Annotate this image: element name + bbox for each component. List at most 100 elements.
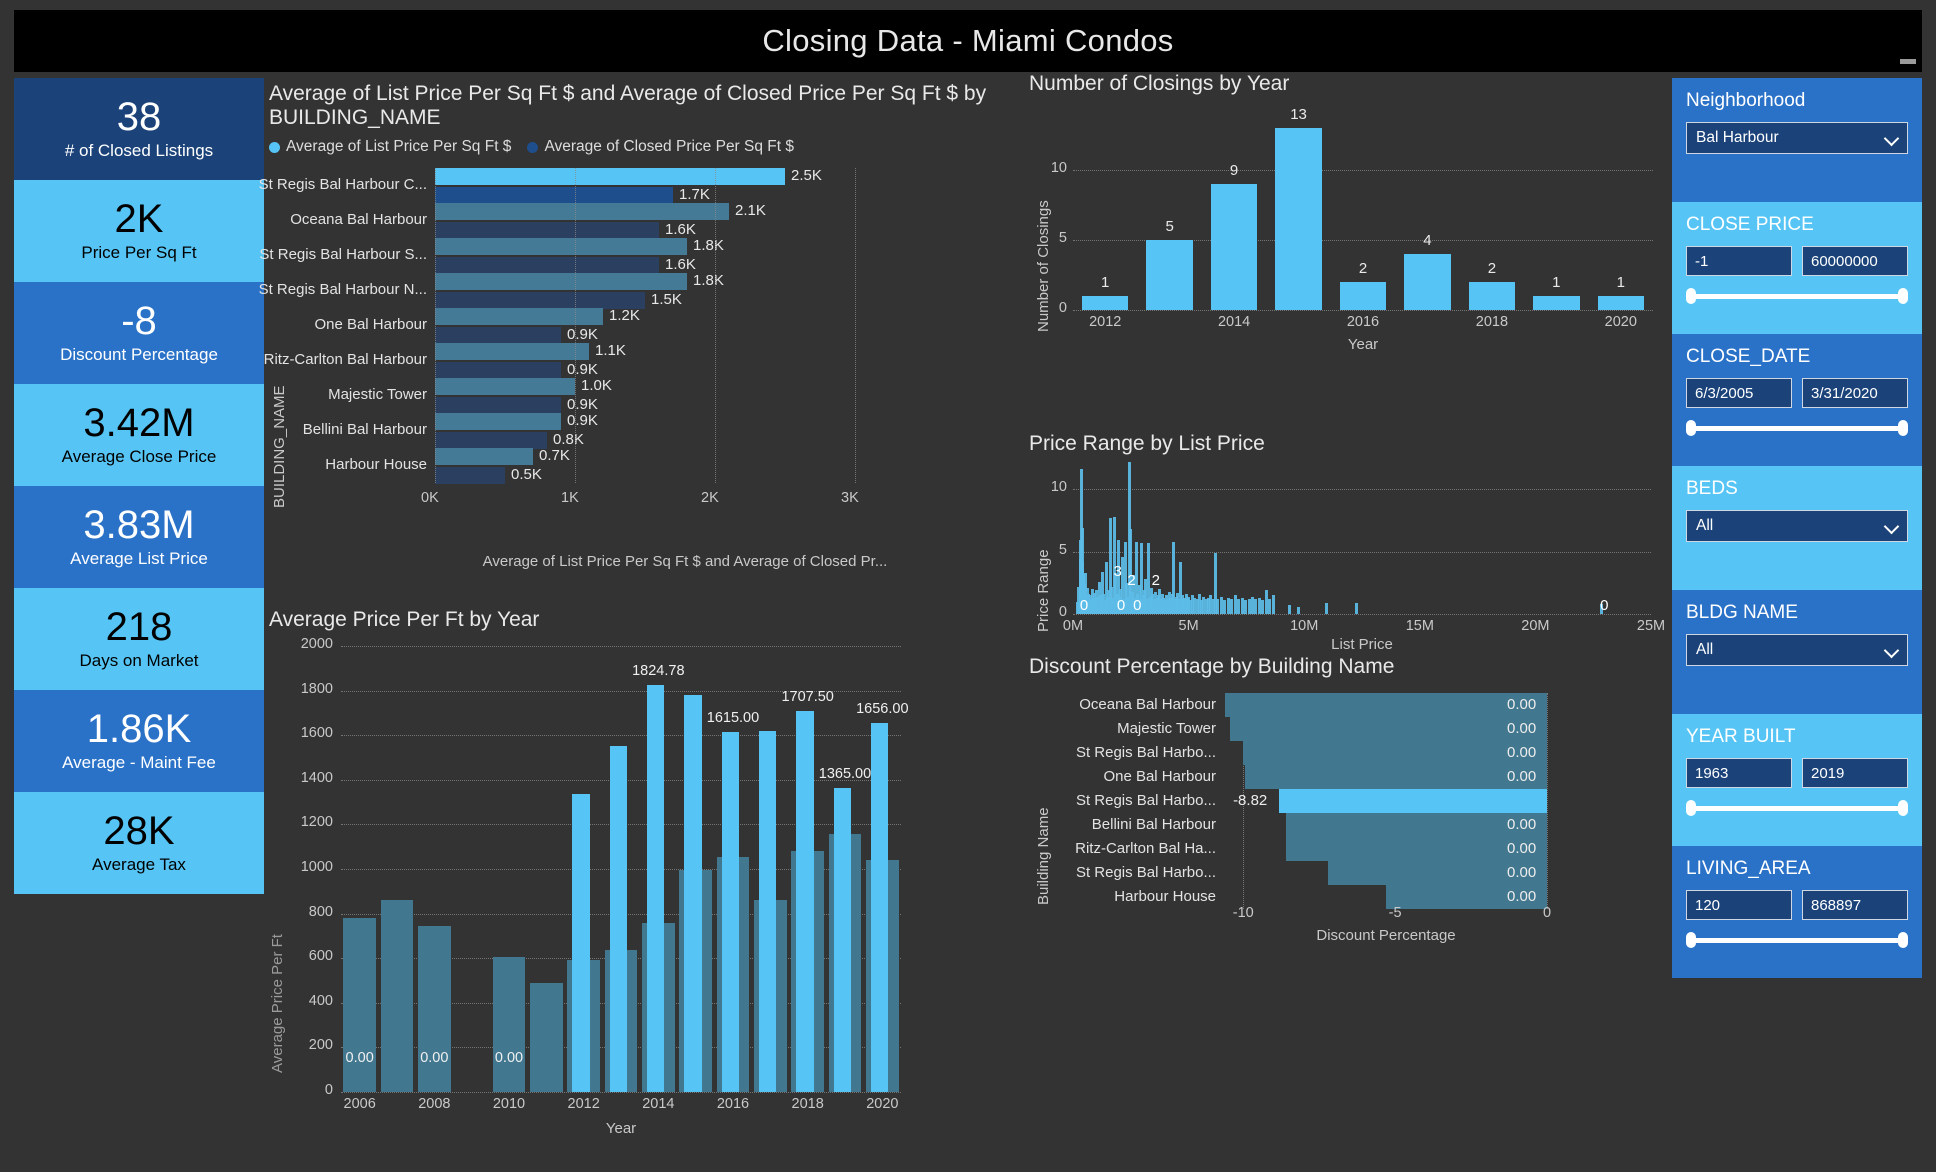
chart-bar-group[interactable]: Bellini Bal Harbour 0.00 [1092, 813, 1547, 837]
chart-bar[interactable] [435, 412, 561, 430]
range-slider[interactable] [1686, 932, 1908, 948]
chart-bar[interactable] [684, 694, 702, 1092]
filter-close_price[interactable]: CLOSE PRICE -1 60000000 [1672, 202, 1922, 334]
slider-handle-min[interactable] [1686, 420, 1696, 436]
filter-neighborhood[interactable]: Neighborhood Bal Harbour [1672, 78, 1922, 202]
legend-item-list-price[interactable]: Average of List Price Per Sq Ft $ [269, 138, 511, 156]
chart-building-name-prices[interactable]: Average of List Price Per Sq Ft $ and Av… [259, 78, 1020, 603]
chart-bar-group[interactable]: St Regis Bal Harbo... 0.00 [1076, 741, 1547, 765]
chart-bar[interactable] [1244, 765, 1547, 789]
plot-area[interactable]: 1 5 9 13 2 4 2 1 1 [1073, 106, 1653, 311]
range-min-input[interactable]: 120 [1686, 890, 1792, 920]
chart-bar[interactable] [759, 730, 777, 1092]
chart-avg-price-per-ft-by-year[interactable]: Average Price Per Ft by Year Average Pri… [265, 608, 1020, 1168]
chart-bar[interactable] [435, 167, 785, 185]
dropdown-neighborhood[interactable]: Bal Harbour [1686, 122, 1908, 154]
chart-bar[interactable] [435, 326, 561, 344]
chart-bar-group[interactable]: St Regis Bal Harbo... -8.82 [1076, 789, 1547, 813]
plot-area[interactable]: 0.00 0.00 0.00 1824.78 1615.00 1707.50 1365.00… [341, 646, 909, 1093]
kpi-card[interactable]: 218 Days on Market [14, 588, 264, 690]
chart-bar-group[interactable]: St Regis Bal Harbour N... 1.8K 1.5K [259, 272, 855, 309]
chart-bar-group[interactable]: Oceana Bal Harbour 2.1K 1.6K [290, 202, 855, 239]
range-min-input[interactable]: 1963 [1686, 758, 1792, 788]
plot-area[interactable]: 0320020 [1073, 461, 1651, 615]
chart-bar[interactable] [435, 466, 505, 484]
plot-area[interactable]: St Regis Bal Harbour C... 2.5K 1.7K Oceana … [259, 167, 856, 484]
chart-bar-context[interactable] [492, 957, 526, 1092]
dropdown-beds[interactable]: All [1686, 510, 1908, 542]
chart-bar[interactable] [1339, 282, 1387, 310]
chart-bar[interactable] [435, 186, 673, 204]
range-max-input[interactable]: 2019 [1802, 758, 1908, 788]
chart-bar-group[interactable]: St Regis Bal Harbour C... 2.5K 1.7K [259, 167, 855, 204]
slider-handle-max[interactable] [1898, 800, 1908, 816]
chart-bar[interactable] [1082, 296, 1129, 310]
chart-closings-by-year[interactable]: Number of Closings by Year Number of Clo… [1025, 72, 1670, 362]
chart-bar-group[interactable]: St Regis Bal Harbo... 0.00 [1076, 861, 1547, 885]
chart-bar[interactable] [1404, 254, 1451, 310]
chart-bar[interactable] [1146, 240, 1193, 310]
filter-year_built[interactable]: YEAR BUILT 1963 2019 [1672, 714, 1922, 846]
legend-item-closed-price[interactable]: Average of Closed Price Per Sq Ft $ [527, 138, 794, 156]
chart-bar[interactable] [1325, 602, 1328, 614]
slider-handle-min[interactable] [1686, 800, 1696, 816]
chart-bar-group[interactable]: One Bal Harbour 1.2K 0.9K [314, 307, 855, 344]
chart-bar-group[interactable]: Ritz-Carlton Bal Harbour 1.1K 0.9K [264, 342, 855, 379]
range-max-input[interactable]: 60000000 [1802, 246, 1908, 276]
range-max-input[interactable]: 868897 [1802, 890, 1908, 920]
chart-bar[interactable] [1225, 693, 1547, 717]
filter-bldg_name[interactable]: BLDG NAME All [1672, 590, 1922, 714]
chart-bar[interactable] [435, 237, 687, 255]
slider-handle-min[interactable] [1686, 288, 1696, 304]
chart-bar-group[interactable]: Bellini Bal Harbour 0.9K 0.8K [303, 412, 855, 449]
filter-beds[interactable]: BEDS All [1672, 466, 1922, 590]
chart-bar[interactable] [871, 722, 889, 1092]
kpi-card[interactable]: -8 Discount Percentage [14, 282, 264, 384]
chart-bar[interactable] [1210, 184, 1258, 310]
chart-bar[interactable] [435, 447, 533, 465]
chart-bar-group[interactable]: Harbour House 0.7K 0.5K [325, 447, 855, 484]
titlebar-scroll-indicator[interactable] [1900, 59, 1916, 64]
kpi-card[interactable]: 2K Price Per Sq Ft [14, 180, 264, 282]
chart-discount-by-building[interactable]: Discount Percentage by Building Name Bui… [1025, 655, 1670, 955]
slider-handle-min[interactable] [1686, 932, 1696, 948]
kpi-card[interactable]: 28K Average Tax [14, 792, 264, 894]
slider-handle-max[interactable] [1898, 288, 1908, 304]
chart-bar[interactable] [1271, 595, 1275, 614]
chart-bar-group[interactable]: Oceana Bal Harbour 0.00 [1079, 693, 1547, 717]
kpi-card[interactable]: 38 # of Closed Listings [14, 78, 264, 180]
chart-bar[interactable] [435, 256, 659, 274]
slider-handle-max[interactable] [1898, 420, 1908, 436]
chart-price-range-by-list-price[interactable]: Price Range by List Price Price Range 03… [1025, 432, 1670, 657]
plot-area[interactable]: Oceana Bal Harbour 0.00 Majestic Tower 0.00… [1075, 693, 1548, 909]
range-slider[interactable] [1686, 800, 1908, 816]
chart-bar[interactable] [833, 787, 851, 1092]
chart-bar[interactable] [1597, 296, 1644, 310]
chart-bar[interactable] [572, 793, 590, 1092]
chart-bar-group[interactable]: St Regis Bal Harbour S... 1.8K 1.6K [259, 237, 855, 274]
chart-bar-context[interactable] [417, 925, 451, 1092]
range-slider[interactable] [1686, 420, 1908, 436]
chart-bar[interactable] [1297, 606, 1301, 614]
chart-bar[interactable] [435, 221, 659, 239]
chart-bar-group[interactable]: Majestic Tower 0.00 [1117, 717, 1547, 741]
filter-close_date[interactable]: CLOSE_DATE 6/3/2005 3/31/2020 [1672, 334, 1922, 466]
chart-bar[interactable] [435, 361, 561, 379]
chart-bar[interactable] [435, 431, 547, 449]
chart-bar[interactable] [1279, 789, 1547, 813]
kpi-card[interactable]: 3.42M Average Close Price [14, 384, 264, 486]
filter-living_area[interactable]: LIVING_AREA 120 868897 [1672, 846, 1922, 978]
chart-bar[interactable] [609, 745, 627, 1092]
kpi-card[interactable]: 3.83M Average List Price [14, 486, 264, 588]
chart-bar-context[interactable] [529, 982, 563, 1092]
dropdown-bldg_name[interactable]: All [1686, 634, 1908, 666]
chart-bar[interactable] [1229, 717, 1547, 741]
chart-bar[interactable] [1468, 282, 1516, 310]
chart-bar[interactable] [435, 202, 729, 220]
chart-bar[interactable] [721, 731, 739, 1092]
range-slider[interactable] [1686, 288, 1908, 304]
chart-bar-group[interactable]: Ritz-Carlton Bal Ha... 0.00 [1075, 837, 1547, 861]
chart-bar[interactable] [435, 377, 575, 395]
chart-bar-group[interactable]: Majestic Tower 1.0K 0.9K [328, 377, 855, 414]
chart-bar[interactable] [1288, 605, 1292, 614]
